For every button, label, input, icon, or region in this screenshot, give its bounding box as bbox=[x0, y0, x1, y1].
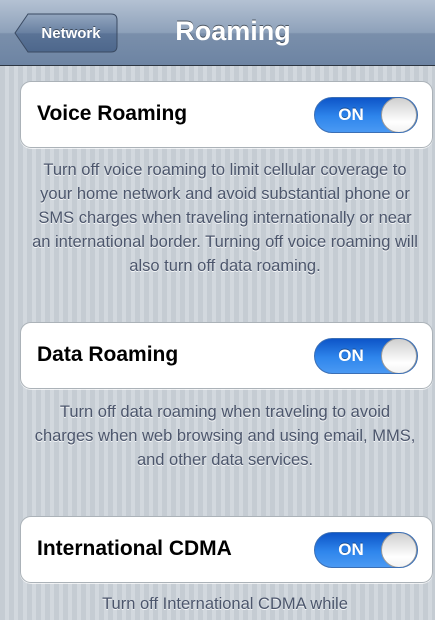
toggle-on-text: ON bbox=[338, 346, 364, 365]
data-roaming-cell: Data Roaming ON bbox=[20, 322, 433, 389]
toggle-on-text: ON bbox=[338, 105, 364, 124]
voice-roaming-toggle[interactable]: ON bbox=[314, 97, 418, 133]
data-roaming-label: Data Roaming bbox=[37, 343, 179, 366]
data-roaming-toggle[interactable]: ON bbox=[314, 338, 418, 374]
data-roaming-description: Turn off data roaming when traveling to … bbox=[34, 403, 416, 469]
international-cdma-description: Turn off International CDMA while bbox=[102, 595, 348, 613]
voice-roaming-label: Voice Roaming bbox=[37, 102, 188, 125]
international-cdma-label: International CDMA bbox=[37, 537, 232, 560]
back-button-network[interactable]: Network bbox=[14, 13, 118, 53]
toggle-on-text: ON bbox=[338, 540, 364, 559]
toggle-knob bbox=[381, 339, 417, 373]
voice-roaming-description: Turn off voice roaming to limit cellular… bbox=[32, 161, 418, 275]
page-title: Roaming bbox=[175, 16, 291, 46]
voice-roaming-cell: Voice Roaming ON bbox=[20, 81, 433, 148]
international-cdma-toggle[interactable]: ON bbox=[314, 532, 418, 568]
toggle-knob bbox=[381, 533, 417, 567]
navigation-bar: Network Roaming bbox=[0, 0, 435, 66]
back-button-label: Network bbox=[41, 24, 101, 42]
toggle-knob bbox=[381, 98, 417, 132]
international-cdma-cell: International CDMA ON bbox=[20, 516, 433, 583]
